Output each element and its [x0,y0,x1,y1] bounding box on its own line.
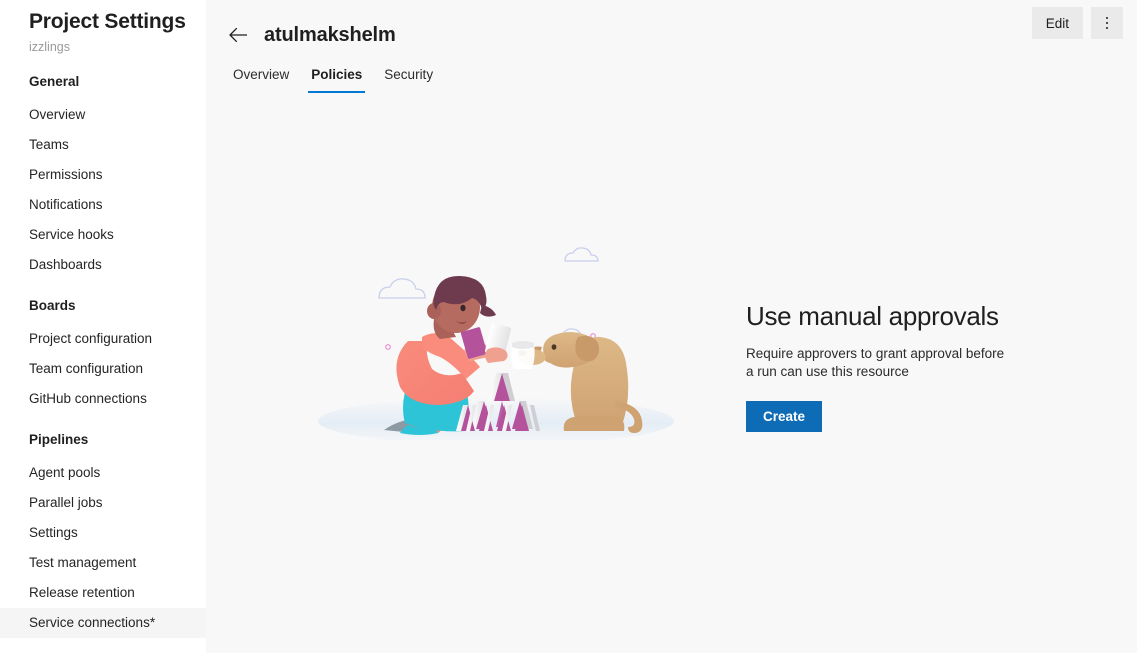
sidebar-item-test-management[interactable]: Test management [0,548,206,578]
content-header: atulmakshelm Edit [206,0,1137,52]
sidebar-item-team-configuration[interactable]: Team configuration [0,354,206,384]
app-root: Project Settings izzlings General Overvi… [0,0,1137,653]
sidebar-item-project-configuration[interactable]: Project configuration [0,324,206,354]
sidebar-item-teams[interactable]: Teams [0,130,206,160]
sidebar-item-overview[interactable]: Overview [0,100,206,130]
header-actions: Edit [1031,7,1123,39]
sidebar-item-release-retention[interactable]: Release retention [0,578,206,608]
empty-state-title: Use manual approvals [746,301,999,331]
tab-policies[interactable]: Policies [300,66,373,93]
illustration-svg [318,247,674,440]
sidebar-item-permissions[interactable]: Permissions [0,160,206,190]
sidebar-item-agent-pools[interactable]: Agent pools [0,458,206,488]
more-vertical-icon [1105,16,1109,30]
sidebar-item-github-connections[interactable]: GitHub connections [0,384,206,414]
resource-title: atulmakshelm [264,23,396,46]
arrow-left-icon [229,27,247,43]
sidebar-item-parallel-jobs[interactable]: Parallel jobs [0,488,206,518]
cloud-icon [378,247,599,343]
tab-security[interactable]: Security [373,66,444,93]
edit-button[interactable]: Edit [1031,7,1083,39]
create-button[interactable]: Create [746,401,823,432]
tab-overview[interactable]: Overview [222,66,300,93]
back-button[interactable] [222,19,254,51]
sidebar-item-notifications[interactable]: Notifications [0,190,206,220]
sidebar-content: Project Settings izzlings General Overvi… [0,0,206,638]
project-name-subtitle: izzlings [29,40,70,54]
page-title: Project Settings [29,10,186,33]
sidebar-item-service-hooks[interactable]: Service hooks [0,220,206,250]
nav-group-header-general: General [29,74,80,89]
person-building-card-tower-with-dog-illustration [316,245,676,440]
project-settings-sidebar: Project Settings izzlings General Overvi… [0,0,206,653]
content-tabs: Overview Policies Security [206,52,1137,93]
sidebar-item-service-connections[interactable]: Service connections* [0,608,206,638]
sidebar-item-dashboards[interactable]: Dashboards [0,250,206,280]
sidebar-item-settings[interactable]: Settings [0,518,206,548]
empty-state-text: Use manual approvals Require approvers t… [746,245,1021,432]
nav-group-header-pipelines: Pipelines [29,432,89,447]
nav-group-header-boards: Boards [29,298,76,313]
empty-state: Use manual approvals Require approvers t… [206,245,1137,440]
empty-state-description: Require approvers to grant approval befo… [746,346,1005,379]
main-content: atulmakshelm Edit Overview Policies Secu… [206,0,1137,653]
more-options-button[interactable] [1091,7,1123,39]
